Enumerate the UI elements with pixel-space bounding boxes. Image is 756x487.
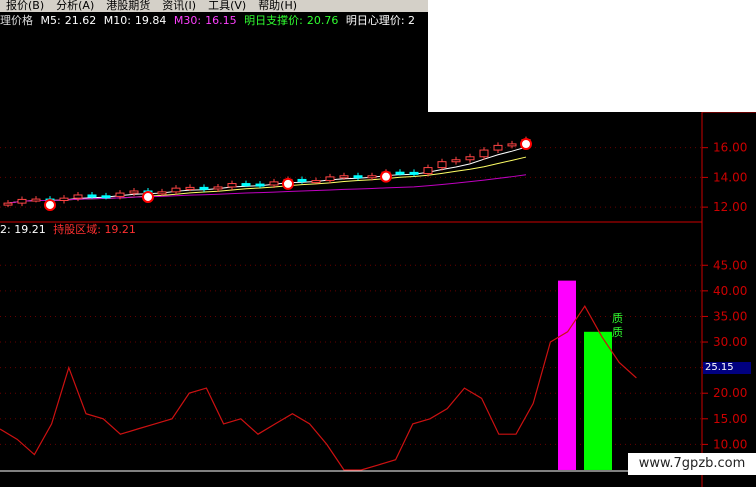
ma10-label: M10: bbox=[103, 14, 131, 27]
ind-value2: 19.21 bbox=[104, 223, 136, 236]
indicator-tick-label: 15.00 bbox=[713, 412, 747, 426]
buy-signal-icon bbox=[282, 177, 294, 190]
menu-news[interactable]: 资讯(I) bbox=[156, 0, 202, 12]
indicator-series-line bbox=[0, 305, 637, 471]
menu-bar: 报价(B) 分析(A) 港股期货 资讯(I) 工具(V) 帮助(H) bbox=[0, 0, 428, 12]
candle-body bbox=[199, 186, 209, 190]
price-tick-label: 14.00 bbox=[713, 170, 747, 184]
candle-body bbox=[213, 186, 223, 190]
signal-markers bbox=[44, 138, 532, 211]
candle-body bbox=[353, 175, 363, 179]
ma10-line bbox=[7, 156, 527, 204]
ma5-line bbox=[7, 146, 527, 204]
support-value: 20.76 bbox=[306, 14, 339, 27]
buy-signal-icon bbox=[520, 138, 532, 151]
window-gap bbox=[428, 0, 756, 112]
candle-body bbox=[157, 191, 167, 195]
candle-body bbox=[269, 181, 279, 186]
candle-body bbox=[325, 176, 335, 182]
buy-signal-icon bbox=[142, 190, 154, 203]
indicator-bars: 质质 bbox=[558, 280, 623, 470]
indicator-bar bbox=[584, 331, 612, 470]
info-label: 理价格 bbox=[0, 14, 33, 27]
indicator-tick-label: 20.00 bbox=[713, 386, 747, 400]
candle-body bbox=[129, 190, 139, 194]
candle-body bbox=[423, 167, 433, 175]
ma30-label: M30: bbox=[173, 14, 202, 27]
candle-body bbox=[465, 156, 475, 161]
bar-label: 质 bbox=[612, 312, 623, 325]
candle-body bbox=[339, 175, 349, 179]
menu-quote[interactable]: 报价(B) bbox=[0, 0, 50, 12]
ma30-value: 16.15 bbox=[205, 14, 237, 27]
candle-body bbox=[3, 202, 13, 206]
candle-body bbox=[31, 198, 41, 202]
indicator-tick-label: 35.00 bbox=[713, 309, 747, 323]
candle-body bbox=[241, 183, 251, 187]
bar-label: 质 bbox=[612, 326, 623, 339]
candle-body bbox=[101, 195, 111, 199]
candle-body bbox=[311, 180, 321, 184]
indicator-line bbox=[0, 305, 637, 471]
indicator-tick-label: 45.00 bbox=[713, 258, 747, 272]
ma5-label: M5: bbox=[40, 14, 61, 27]
candle-body bbox=[409, 171, 419, 175]
candle-body bbox=[479, 149, 489, 158]
menu-help[interactable]: 帮助(H) bbox=[252, 0, 303, 12]
candle-body bbox=[17, 198, 27, 204]
candle-body bbox=[59, 197, 69, 202]
candle-body bbox=[115, 192, 125, 197]
candle-body bbox=[367, 175, 377, 179]
candle-body bbox=[87, 194, 97, 198]
price-tick-label: 16.00 bbox=[713, 141, 747, 155]
candle-body bbox=[73, 194, 83, 199]
menu-analysis[interactable]: 分析(A) bbox=[50, 0, 100, 12]
candle-body bbox=[395, 171, 405, 175]
ma10-value: 19.84 bbox=[134, 14, 167, 27]
candle-body bbox=[507, 143, 517, 147]
ma-info-bar: 理价格 M5: 21.62 M10: 19.84 M30: 16.15 明日支撑价: 2… bbox=[0, 13, 428, 28]
current-value-tag: 25.15 bbox=[703, 362, 751, 374]
buy-signal-icon bbox=[44, 198, 56, 211]
ma30-line bbox=[7, 174, 527, 204]
moving-average-lines bbox=[7, 146, 527, 204]
ma5-value: 21.62 bbox=[64, 14, 97, 27]
price-tick-label: 12.00 bbox=[713, 200, 747, 214]
indicator-tick-label: 30.00 bbox=[713, 335, 747, 349]
support-label: 明日支撑价: bbox=[244, 14, 303, 27]
candle-body bbox=[297, 178, 307, 182]
candle-body bbox=[227, 183, 237, 188]
candle-body bbox=[171, 187, 181, 193]
candle-body bbox=[255, 183, 265, 187]
indicator-axis-ticks: 45.0040.0035.0030.0025.0020.0015.0010.00 bbox=[702, 258, 747, 451]
menu-hk-futures[interactable]: 港股期货 bbox=[100, 0, 156, 12]
watermark: www.7gpzb.com bbox=[628, 453, 756, 475]
candle-body bbox=[493, 144, 503, 151]
candle-body bbox=[185, 186, 195, 190]
candle-body bbox=[451, 159, 461, 163]
indicator-tick-label: 10.00 bbox=[713, 437, 747, 451]
ind-label2: 持股区域: bbox=[53, 223, 101, 236]
candle-body bbox=[437, 161, 447, 169]
indicator-info: 2: 19.21 持股区域: 19.21 bbox=[0, 223, 136, 236]
ind-value1: 19.21 bbox=[14, 223, 46, 236]
ind-prefix: 2: bbox=[0, 223, 11, 236]
price-axis-ticks: 16.00 14.00 12.00 bbox=[702, 141, 747, 214]
menu-tools[interactable]: 工具(V) bbox=[202, 0, 252, 12]
psych-label: 明日心理价: 2 bbox=[345, 14, 416, 27]
buy-signal-icon bbox=[380, 170, 392, 183]
indicator-bar bbox=[558, 280, 576, 470]
indicator-tick-label: 40.00 bbox=[713, 284, 747, 298]
